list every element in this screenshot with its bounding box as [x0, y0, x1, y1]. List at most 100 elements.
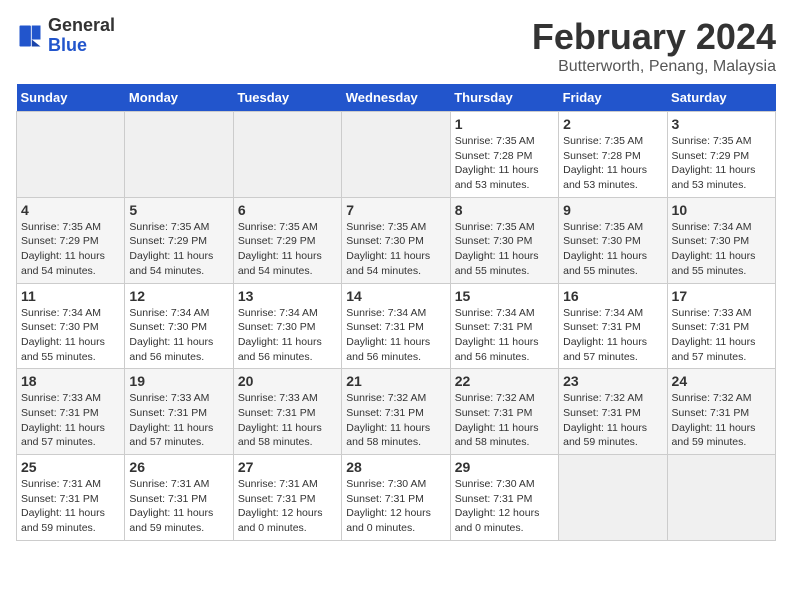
day-info: Sunrise: 7:31 AMSunset: 7:31 PMDaylight:… [129, 477, 228, 536]
calendar-week-row: 18 Sunrise: 7:33 AMSunset: 7:31 PMDayligh… [17, 369, 776, 455]
calendar-cell: 24 Sunrise: 7:32 AMSunset: 7:31 PMDayligh… [667, 369, 775, 455]
day-info: Sunrise: 7:35 AMSunset: 7:29 PMDaylight:… [238, 220, 337, 279]
day-number: 29 [455, 459, 554, 475]
day-info: Sunrise: 7:35 AMSunset: 7:30 PMDaylight:… [455, 220, 554, 279]
day-number: 24 [672, 373, 771, 389]
day-info: Sunrise: 7:33 AMSunset: 7:31 PMDaylight:… [129, 391, 228, 450]
calendar-cell [667, 455, 775, 541]
day-info: Sunrise: 7:30 AMSunset: 7:31 PMDaylight:… [455, 477, 554, 536]
weekday-header: Tuesday [233, 84, 341, 112]
calendar-cell: 1Sunrise: 7:35 AMSunset: 7:28 PMDaylight… [450, 112, 558, 198]
calendar-cell: 23 Sunrise: 7:32 AMSunset: 7:31 PMDayligh… [559, 369, 667, 455]
day-info: Sunrise: 7:33 AMSunset: 7:31 PMDaylight:… [672, 306, 771, 365]
calendar-cell [17, 112, 125, 198]
day-info: Sunrise: 7:34 AMSunset: 7:30 PMDaylight:… [672, 220, 771, 279]
day-info: Sunrise: 7:32 AMSunset: 7:31 PMDaylight:… [563, 391, 662, 450]
day-info: Sunrise: 7:35 AMSunset: 7:29 PMDaylight:… [21, 220, 120, 279]
calendar-cell: 25 Sunrise: 7:31 AMSunset: 7:31 PMDayligh… [17, 455, 125, 541]
day-number: 14 [346, 288, 445, 304]
calendar-week-row: 4 Sunrise: 7:35 AMSunset: 7:29 PMDaylight… [17, 197, 776, 283]
calendar-cell: 27Sunrise: 7:31 AMSunset: 7:31 PMDayligh… [233, 455, 341, 541]
calendar-table: SundayMondayTuesdayWednesdayThursdayFrid… [16, 84, 776, 541]
weekday-header: Sunday [17, 84, 125, 112]
day-number: 12 [129, 288, 228, 304]
weekday-header-row: SundayMondayTuesdayWednesdayThursdayFrid… [17, 84, 776, 112]
weekday-header: Friday [559, 84, 667, 112]
day-info: Sunrise: 7:30 AMSunset: 7:31 PMDaylight:… [346, 477, 445, 536]
calendar-week-row: 1 Sunrise: 7:35 AMSunset: 7:28 PMDaylight… [17, 112, 776, 198]
logo-icon [16, 22, 44, 50]
page-header: General Blue February 2024 Butterworth, … [16, 16, 776, 76]
day-number: 15 [455, 288, 554, 304]
calendar-cell [233, 112, 341, 198]
day-info: Sunrise: 7:34 AMSunset: 7:30 PMDaylight:… [238, 306, 337, 365]
calendar-cell: 20 Sunrise: 7:33 AMSunset: 7:31 PMDayligh… [233, 369, 341, 455]
logo: General Blue [16, 16, 115, 56]
day-number: 18 [21, 373, 120, 389]
calendar-cell: 5 Sunrise: 7:35 AMSunset: 7:29 PMDaylight… [125, 197, 233, 283]
day-number: 9 [563, 202, 662, 218]
day-info: Sunrise: 7:33 AMSunset: 7:31 PMDaylight:… [21, 391, 120, 450]
day-info: Sunrise: 7:35 AMSunset: 7:30 PMDaylight:… [346, 220, 445, 279]
day-info: Sunrise: 7:31 AMSunset: 7:31 PMDaylight:… [21, 477, 120, 536]
day-number: 1 [455, 116, 554, 132]
calendar-cell: 29 Sunrise: 7:30 AMSunset: 7:31 PMDayligh… [450, 455, 558, 541]
logo-text: General Blue [48, 16, 115, 56]
day-number: 16 [563, 288, 662, 304]
day-info: Sunrise: 7:35 AMSunset: 7:30 PMDaylight:… [563, 220, 662, 279]
calendar-cell: 6 Sunrise: 7:35 AMSunset: 7:29 PMDaylight… [233, 197, 341, 283]
day-number: 25 [21, 459, 120, 475]
calendar-cell: 14Sunrise: 7:34 AMSunset: 7:31 PMDayligh… [342, 283, 450, 369]
day-number: 8 [455, 202, 554, 218]
day-info: Sunrise: 7:31 AMSunset: 7:31 PMDaylight:… [238, 477, 337, 536]
day-number: 4 [21, 202, 120, 218]
calendar-cell: 12Sunrise: 7:34 AMSunset: 7:30 PMDayligh… [125, 283, 233, 369]
logo-blue: Blue [48, 35, 87, 55]
calendar-cell: 21 Sunrise: 7:32 AMSunset: 7:31 PMDayligh… [342, 369, 450, 455]
day-info: Sunrise: 7:35 AMSunset: 7:28 PMDaylight:… [563, 134, 662, 193]
day-number: 20 [238, 373, 337, 389]
calendar-cell: 13Sunrise: 7:34 AMSunset: 7:30 PMDayligh… [233, 283, 341, 369]
weekday-header: Wednesday [342, 84, 450, 112]
day-number: 22 [455, 373, 554, 389]
month-title: February 2024 [532, 16, 776, 58]
day-number: 2 [563, 116, 662, 132]
calendar-cell: 3 Sunrise: 7:35 AMSunset: 7:29 PMDaylight… [667, 112, 775, 198]
calendar-cell: 16 Sunrise: 7:34 AMSunset: 7:31 PMDayligh… [559, 283, 667, 369]
calendar-cell [125, 112, 233, 198]
day-info: Sunrise: 7:33 AMSunset: 7:31 PMDaylight:… [238, 391, 337, 450]
calendar-week-row: 11 Sunrise: 7:34 AMSunset: 7:30 PMDayligh… [17, 283, 776, 369]
calendar-cell: 15 Sunrise: 7:34 AMSunset: 7:31 PMDayligh… [450, 283, 558, 369]
day-number: 5 [129, 202, 228, 218]
calendar-cell: 8 Sunrise: 7:35 AMSunset: 7:30 PMDaylight… [450, 197, 558, 283]
day-number: 19 [129, 373, 228, 389]
logo-general: General [48, 15, 115, 35]
day-info: Sunrise: 7:35 AMSunset: 7:29 PMDaylight:… [129, 220, 228, 279]
weekday-header: Monday [125, 84, 233, 112]
title-block: February 2024 Butterworth, Penang, Malay… [532, 16, 776, 76]
day-info: Sunrise: 7:32 AMSunset: 7:31 PMDaylight:… [455, 391, 554, 450]
calendar-cell: 26Sunrise: 7:31 AMSunset: 7:31 PMDayligh… [125, 455, 233, 541]
day-number: 10 [672, 202, 771, 218]
calendar-cell: 19 Sunrise: 7:33 AMSunset: 7:31 PMDayligh… [125, 369, 233, 455]
day-info: Sunrise: 7:34 AMSunset: 7:31 PMDaylight:… [563, 306, 662, 365]
calendar-cell: 17 Sunrise: 7:33 AMSunset: 7:31 PMDayligh… [667, 283, 775, 369]
day-number: 6 [238, 202, 337, 218]
calendar-cell: 10 Sunrise: 7:34 AMSunset: 7:30 PMDayligh… [667, 197, 775, 283]
day-number: 28 [346, 459, 445, 475]
calendar-cell [342, 112, 450, 198]
day-info: Sunrise: 7:32 AMSunset: 7:31 PMDaylight:… [346, 391, 445, 450]
day-number: 23 [563, 373, 662, 389]
day-number: 17 [672, 288, 771, 304]
calendar-cell: 4 Sunrise: 7:35 AMSunset: 7:29 PMDaylight… [17, 197, 125, 283]
calendar-cell: 7Sunrise: 7:35 AMSunset: 7:30 PMDaylight… [342, 197, 450, 283]
day-info: Sunrise: 7:34 AMSunset: 7:30 PMDaylight:… [21, 306, 120, 365]
day-info: Sunrise: 7:32 AMSunset: 7:31 PMDaylight:… [672, 391, 771, 450]
day-info: Sunrise: 7:35 AMSunset: 7:29 PMDaylight:… [672, 134, 771, 193]
weekday-header: Saturday [667, 84, 775, 112]
day-number: 21 [346, 373, 445, 389]
location: Butterworth, Penang, Malaysia [532, 58, 776, 76]
day-info: Sunrise: 7:34 AMSunset: 7:31 PMDaylight:… [455, 306, 554, 365]
day-number: 3 [672, 116, 771, 132]
day-number: 11 [21, 288, 120, 304]
